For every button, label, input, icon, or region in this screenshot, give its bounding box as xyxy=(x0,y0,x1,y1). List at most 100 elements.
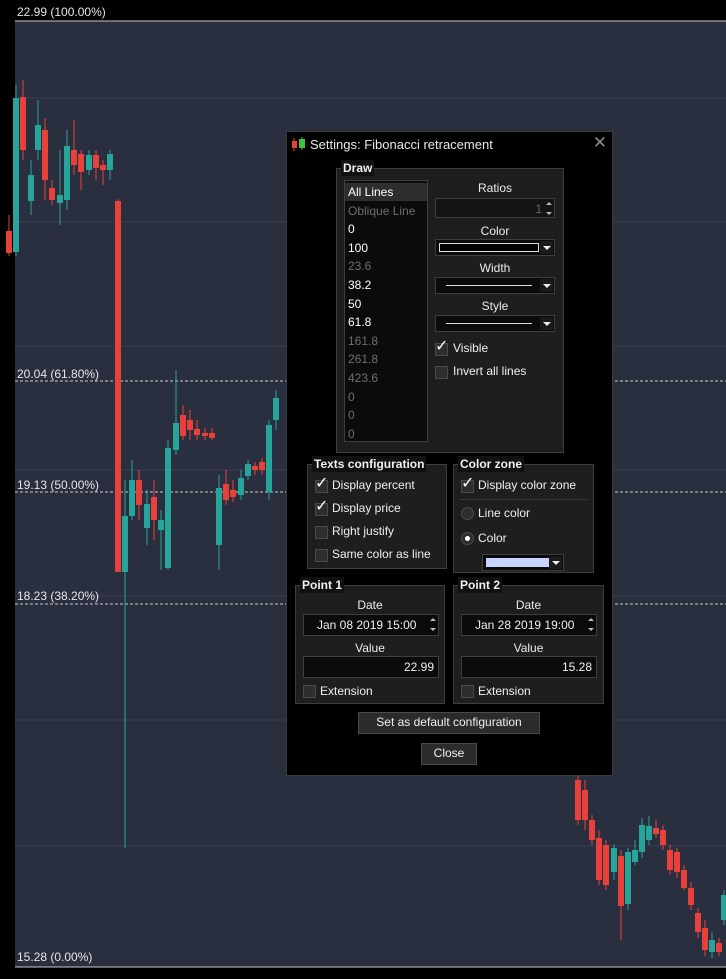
style-label: Style xyxy=(481,299,509,313)
candle-body xyxy=(122,516,128,572)
display-percent-checkbox[interactable]: ✓ xyxy=(315,476,328,493)
candle-body xyxy=(194,429,200,435)
candle-body xyxy=(646,826,652,840)
line-color-dropdown[interactable] xyxy=(435,239,555,256)
point1-extension-label: Extension xyxy=(320,684,373,698)
candle-body xyxy=(6,231,12,253)
candle-body xyxy=(709,940,715,952)
dialog-title: Settings: Fibonacci retracement xyxy=(310,137,493,152)
candle-body xyxy=(78,154,84,172)
candle-body xyxy=(93,155,99,168)
lines-list-item[interactable]: 261.8 xyxy=(345,350,427,368)
lines-list-item[interactable]: 0 xyxy=(345,388,427,406)
candle-body xyxy=(259,462,265,470)
fib-label-0: 15.28 (0.00%) xyxy=(17,950,93,964)
candle-body xyxy=(238,478,244,495)
candle-body xyxy=(216,488,222,545)
color-label: Color xyxy=(480,224,510,238)
ratios-spinner[interactable]: 1 xyxy=(435,198,555,218)
color-radio[interactable] xyxy=(461,532,474,545)
fib-label-38-2: 18.23 (38.20%) xyxy=(17,589,100,603)
point1-extension-checkbox[interactable] xyxy=(303,685,316,698)
dialog-titlebar[interactable]: Settings: Fibonacci retracement ✕ xyxy=(287,132,612,156)
candle-body xyxy=(20,97,26,150)
invert-lines-checkbox[interactable] xyxy=(435,366,448,379)
candle-body xyxy=(158,520,164,530)
spinner-arrows-icon[interactable] xyxy=(430,617,436,633)
display-color-zone-checkbox[interactable]: ✓ xyxy=(461,476,474,493)
lines-list-item[interactable]: 100 xyxy=(345,239,427,257)
line-color-radio[interactable] xyxy=(461,507,474,520)
candle-body xyxy=(28,175,34,201)
visible-checkbox[interactable]: ✓ xyxy=(435,339,448,356)
point2-value: 15.28 xyxy=(561,660,592,674)
chevron-down-icon[interactable] xyxy=(549,556,562,569)
set-default-button[interactable]: Set as default configuration xyxy=(358,712,540,734)
lines-list-item[interactable]: All Lines xyxy=(345,183,427,201)
point2-date-label: Date xyxy=(515,598,542,612)
spinner-arrows-icon[interactable] xyxy=(546,201,552,217)
right-justify-checkbox[interactable] xyxy=(315,526,328,539)
candle-body xyxy=(209,433,215,438)
display-percent-label: Display percent xyxy=(332,478,415,492)
line-width-dropdown[interactable] xyxy=(435,277,555,294)
ratios-value: 1 xyxy=(535,202,542,216)
point2-value-input[interactable]: 15.28 xyxy=(461,656,597,678)
close-button[interactable]: Close xyxy=(421,743,477,765)
color-zone-title: Color zone xyxy=(458,456,524,472)
lines-list-item[interactable]: 38.2 xyxy=(345,276,427,294)
lines-list-item[interactable]: 50 xyxy=(345,295,427,313)
candle-body xyxy=(660,830,666,845)
candle-body xyxy=(245,464,251,476)
point1-title: Point 1 xyxy=(300,577,345,593)
color-zone-divider xyxy=(460,499,587,500)
lines-list-item[interactable]: 61.8 xyxy=(345,313,427,331)
candle-body xyxy=(625,852,631,904)
candle-body xyxy=(596,838,602,880)
zone-color-dropdown[interactable] xyxy=(482,554,564,571)
candle-body xyxy=(136,480,142,505)
spinner-arrows-icon[interactable] xyxy=(588,617,594,633)
point1-date-input[interactable]: Jan 08 2019 15:00 xyxy=(303,614,439,636)
line-style-dropdown[interactable] xyxy=(435,315,555,332)
lines-listbox[interactable]: All Lines Oblique Line 0 100 23.6 38.2 50 61.8 1… xyxy=(344,180,428,442)
candle-body xyxy=(273,398,279,420)
display-price-checkbox[interactable]: ✓ xyxy=(315,499,328,516)
point1-value-input[interactable]: 22.99 xyxy=(303,656,439,678)
draw-group: Draw All Lines Oblique Line 0 100 23.6 38.2 50… xyxy=(336,160,564,453)
close-icon[interactable]: ✕ xyxy=(593,134,607,152)
checkmark-icon: ✓ xyxy=(315,498,329,515)
point2-title: Point 2 xyxy=(458,577,503,593)
candle-body xyxy=(151,497,157,520)
same-color-checkbox[interactable] xyxy=(315,549,328,562)
point1-value-label: Value xyxy=(355,641,385,655)
lines-list-item[interactable]: Oblique Line xyxy=(345,202,427,220)
point2-extension-checkbox[interactable] xyxy=(461,685,474,698)
right-justify-label: Right justify xyxy=(332,524,395,538)
checkmark-icon: ✓ xyxy=(461,475,475,492)
candle-body xyxy=(575,780,581,820)
candle-body xyxy=(64,146,70,200)
lines-list-item[interactable]: 0 xyxy=(345,220,427,238)
candle-body xyxy=(202,433,208,436)
line-color-radio-label: Line color xyxy=(478,506,531,520)
lines-list-item[interactable]: 423.6 xyxy=(345,369,427,387)
point1-group: Point 1 Date Jan 08 2019 15:00 Value 22.… xyxy=(295,577,445,704)
settings-dialog: Settings: Fibonacci retracement ✕ Draw A… xyxy=(286,131,613,776)
candle-body xyxy=(13,98,19,252)
chevron-down-icon[interactable] xyxy=(540,241,553,254)
candle-body xyxy=(681,870,687,888)
lines-list-item[interactable]: 161.8 xyxy=(345,332,427,350)
lines-list-item[interactable]: 0 xyxy=(345,425,427,443)
chevron-down-icon[interactable] xyxy=(540,317,553,330)
lines-list-item[interactable]: 0 xyxy=(345,406,427,424)
candlestick-icon xyxy=(292,137,305,151)
candle-body xyxy=(223,484,229,500)
zone-color-swatch xyxy=(486,558,550,567)
lines-list-item[interactable]: 23.6 xyxy=(345,257,427,275)
chevron-down-icon[interactable] xyxy=(540,279,553,292)
point2-date-input[interactable]: Jan 28 2019 19:00 xyxy=(461,614,597,636)
candle-body xyxy=(618,856,624,906)
fib-label-100: 22.99 (100.00%) xyxy=(17,5,106,19)
fib-label-61-8: 20.04 (61.80%) xyxy=(17,367,100,381)
